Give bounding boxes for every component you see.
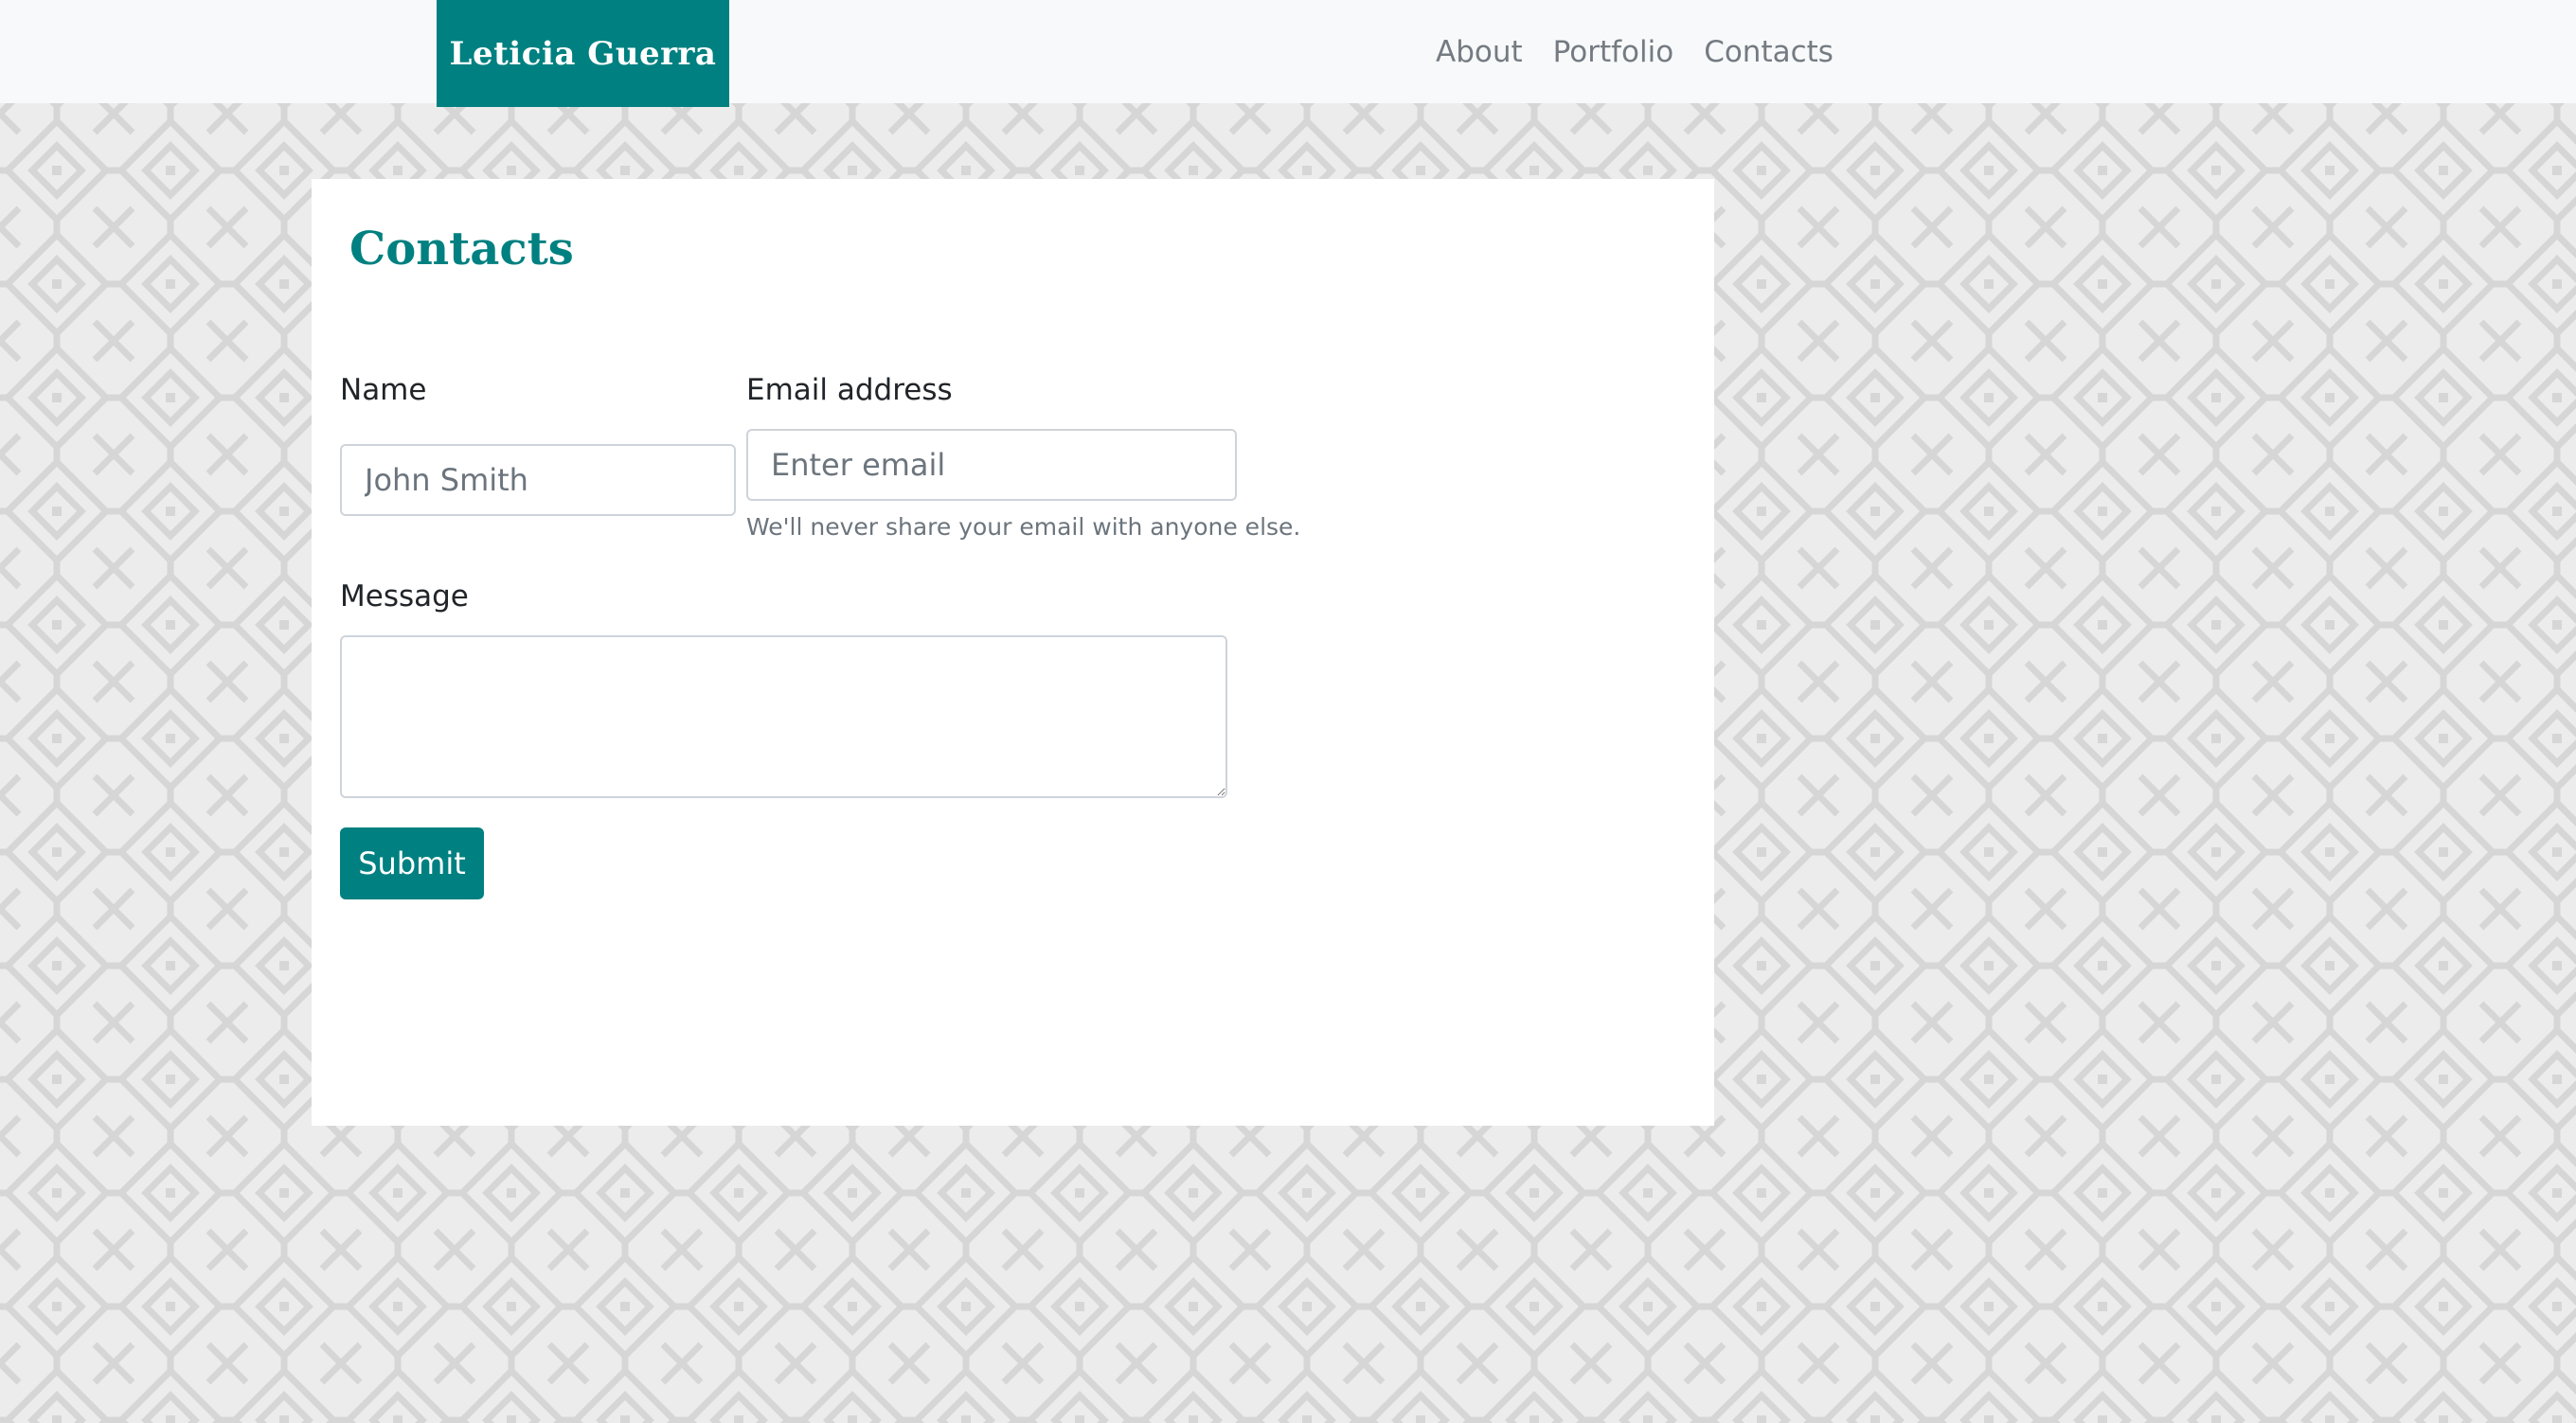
nav-links: About Portfolio Contacts xyxy=(1421,0,1849,103)
top-navbar: Leticia Guerra About Portfolio Contacts xyxy=(0,0,2576,107)
contacts-card: Contacts Name Email address We'll never … xyxy=(312,179,1714,1126)
email-label: Email address xyxy=(746,373,953,407)
name-label: Name xyxy=(340,373,427,407)
nav-link-contacts[interactable]: Contacts xyxy=(1689,35,1849,69)
nav-link-about[interactable]: About xyxy=(1421,35,1538,69)
message-label: Message xyxy=(340,579,469,614)
submit-button[interactable]: Submit xyxy=(340,827,484,899)
message-textarea[interactable] xyxy=(340,635,1227,798)
email-input[interactable] xyxy=(746,429,1237,501)
name-input[interactable] xyxy=(340,444,736,516)
nav-link-portfolio[interactable]: Portfolio xyxy=(1538,35,1690,69)
page-title: Contacts xyxy=(349,222,574,276)
brand-logo[interactable]: Leticia Guerra xyxy=(437,0,729,107)
email-help-text: We'll never share your email with anyone… xyxy=(746,513,1301,541)
